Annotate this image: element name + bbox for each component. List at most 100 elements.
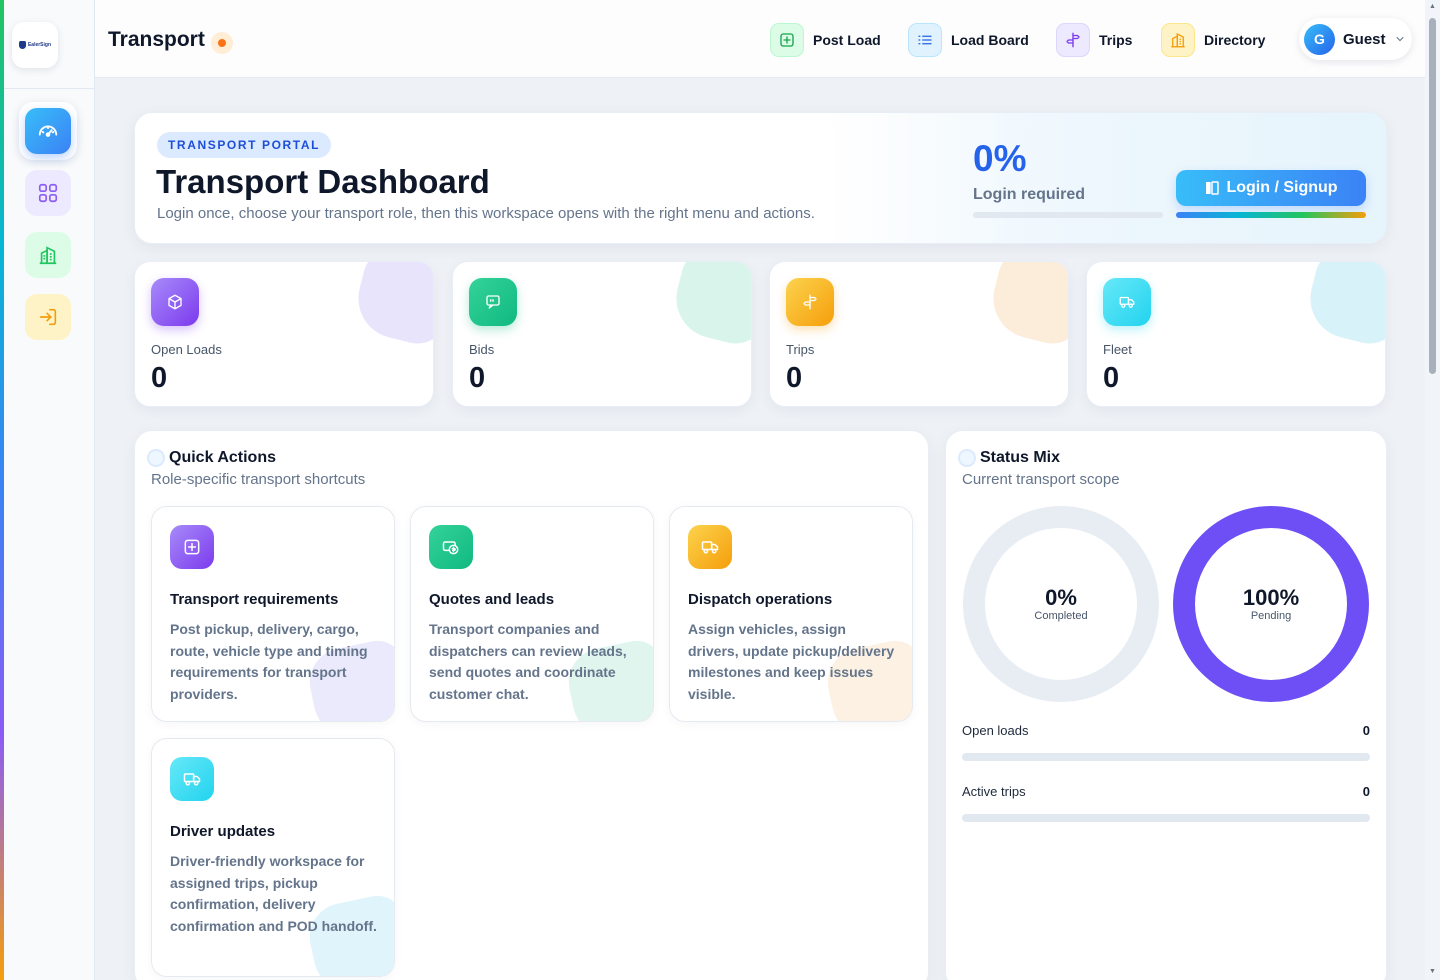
action-title: Transport requirements xyxy=(170,591,339,608)
action-description: Driver-friendly workspace for assigned t… xyxy=(170,853,377,934)
section-dot-icon xyxy=(958,449,976,467)
sidebar-item-apps[interactable] xyxy=(25,170,71,216)
plus-square-icon xyxy=(770,23,804,57)
logo-text: EalerSign xyxy=(27,42,52,48)
avatar: G xyxy=(1304,23,1335,55)
logo-mark: EalerSign xyxy=(18,41,52,49)
decorative-blob xyxy=(1301,262,1385,350)
metric-open-loads-label: Open loads xyxy=(962,723,1029,738)
stat-card-open-loads[interactable]: Open Loads 0 xyxy=(134,261,434,407)
stat-card-bids[interactable]: Bids 0 xyxy=(452,261,752,407)
stat-label: Trips xyxy=(786,342,815,357)
status-dot-icon xyxy=(211,32,233,54)
stat-label: Fleet xyxy=(1103,342,1132,357)
truck-icon xyxy=(170,757,214,801)
completed-percent: 0% xyxy=(1045,585,1077,610)
top-bar: Transport Post Load Load Board Trips Dir… xyxy=(95,0,1425,78)
stat-value: 0 xyxy=(151,362,168,394)
stat-label: Bids xyxy=(469,342,495,357)
action-title: Dispatch operations xyxy=(688,591,833,608)
money-icon xyxy=(429,525,473,569)
scroll-down-icon[interactable]: ▼ xyxy=(1428,968,1437,975)
page-subtitle: Login once, choose your transport role, … xyxy=(157,205,815,222)
signpost-icon xyxy=(786,278,834,326)
stat-value: 0 xyxy=(1103,362,1120,394)
action-quotes-and-leads[interactable]: Quotes and leads Transport companies and… xyxy=(410,506,654,722)
building-icon xyxy=(1161,23,1195,57)
sidebar-divider xyxy=(4,88,95,89)
login-status: Login required xyxy=(973,186,1085,203)
nav-post-load-label: Post Load xyxy=(813,32,881,48)
metric-open-loads-value: 0 xyxy=(1362,723,1370,738)
quick-actions-panel: Quick Actions Role-specific transport sh… xyxy=(134,430,929,980)
stat-value: 0 xyxy=(786,362,803,394)
login-accent-bar xyxy=(1176,212,1366,218)
pending-donut: 100% Pending xyxy=(1172,505,1370,703)
section-subtitle: Role-specific transport shortcuts xyxy=(151,471,366,488)
pending-label: Pending xyxy=(1250,610,1292,622)
metric-active-trips-bar xyxy=(962,814,1370,822)
action-transport-requirements[interactable]: Transport requirements Post pickup, deli… xyxy=(151,506,395,722)
nav-directory[interactable]: Directory xyxy=(1161,22,1265,58)
list-icon xyxy=(908,23,942,57)
action-dispatch-operations[interactable]: Dispatch operations Assign vehicles, ass… xyxy=(669,506,913,722)
app-logo[interactable]: EalerSign xyxy=(12,22,58,68)
progress-percent: 0% xyxy=(973,138,1027,179)
user-menu[interactable]: G Guest xyxy=(1299,18,1412,60)
metric-active-trips-value: 0 xyxy=(1362,784,1370,799)
hero-card: TRANSPORT PORTAL Transport Dashboard Log… xyxy=(134,112,1387,244)
sidebar-item-login[interactable] xyxy=(25,294,71,340)
login-signup-label: Login / Signup xyxy=(1226,179,1338,196)
box-icon xyxy=(151,278,199,326)
action-driver-updates[interactable]: Driver updates Driver-friendly workspace… xyxy=(151,738,395,977)
sidebar-item-dashboard[interactable] xyxy=(25,108,71,154)
building-icon xyxy=(39,246,57,265)
action-description: Transport companies and dispatchers can … xyxy=(429,621,627,702)
section-title: Quick Actions xyxy=(169,449,276,466)
login-icon xyxy=(39,308,57,326)
metric-open-loads-bar xyxy=(962,753,1370,761)
user-name: Guest xyxy=(1343,30,1386,48)
stat-value: 0 xyxy=(469,362,486,394)
scroll-up-icon[interactable]: ▲ xyxy=(1428,3,1437,10)
section-dot-icon xyxy=(147,449,165,467)
stat-card-trips[interactable]: Trips 0 xyxy=(769,261,1069,407)
signpost-icon xyxy=(1056,23,1090,57)
progress-bar xyxy=(973,212,1163,218)
nav-directory-label: Directory xyxy=(1204,32,1266,48)
truck-icon xyxy=(1103,278,1151,326)
nav-trips-label: Trips xyxy=(1099,32,1133,48)
nav-load-board[interactable]: Load Board xyxy=(908,22,1029,58)
page-title: Transport Dashboard xyxy=(156,163,490,200)
section-title: Status Mix xyxy=(980,449,1061,466)
stat-label: Open Loads xyxy=(151,342,222,357)
chat-icon xyxy=(469,278,517,326)
nav-post-load[interactable]: Post Load xyxy=(770,22,881,58)
action-description: Assign vehicles, assign drivers, update … xyxy=(688,621,895,702)
metric-active-trips-label: Active trips xyxy=(962,784,1026,799)
plus-square-icon xyxy=(170,525,214,569)
shield-icon xyxy=(18,41,26,49)
truck-icon xyxy=(688,525,732,569)
decorative-blob xyxy=(984,262,1068,350)
login-signup-button[interactable]: Login / Signup xyxy=(1176,170,1366,206)
dashboard-gauge-icon xyxy=(38,125,58,137)
portal-badge: TRANSPORT PORTAL xyxy=(157,132,332,158)
nav-load-board-label: Load Board xyxy=(951,32,1029,48)
stat-card-fleet[interactable]: Fleet 0 xyxy=(1086,261,1386,407)
decorative-blob xyxy=(667,262,751,350)
action-title: Quotes and leads xyxy=(429,591,555,608)
login-door-icon xyxy=(1206,181,1220,195)
grid-icon xyxy=(38,183,58,203)
sidebar-item-directory[interactable] xyxy=(25,232,71,278)
app-title: Transport xyxy=(108,28,205,51)
nav-trips[interactable]: Trips xyxy=(1056,22,1132,58)
sidebar: EalerSign xyxy=(4,0,95,980)
chevron-down-icon xyxy=(1395,36,1404,42)
completed-donut: 0% Completed xyxy=(962,505,1160,703)
decorative-blob xyxy=(349,262,433,350)
completed-label: Completed xyxy=(1034,610,1088,622)
section-subtitle: Current transport scope xyxy=(962,471,1120,488)
pending-percent: 100% xyxy=(1242,585,1300,610)
scrollbar-thumb[interactable] xyxy=(1429,18,1436,374)
